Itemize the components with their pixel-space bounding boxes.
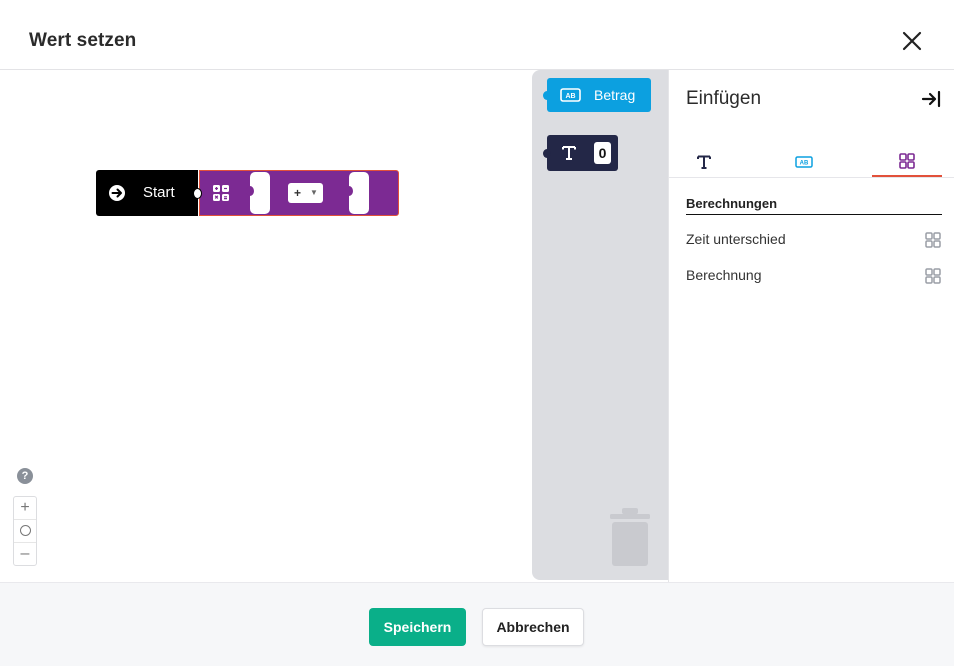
zoom-in-button[interactable]: +	[14, 497, 36, 520]
block-connector	[193, 188, 202, 199]
tab-calculations[interactable]	[872, 142, 942, 177]
panel-title: Einfügen	[686, 88, 762, 109]
calculation-grid-icon	[925, 232, 941, 248]
flyout-text-value[interactable]: 0	[594, 142, 611, 164]
tab-fields[interactable]: AB	[769, 142, 839, 177]
insert-tabs: AB	[669, 142, 954, 178]
collapse-panel-icon[interactable]	[921, 89, 943, 109]
svg-text:AB: AB	[565, 93, 575, 100]
zoom-controls: + –	[13, 496, 37, 566]
calculation-grid-icon	[925, 268, 941, 284]
save-button[interactable]: Speichern	[369, 608, 466, 646]
calc-right-operand-slot[interactable]	[345, 172, 369, 214]
operator-value: +	[294, 186, 302, 200]
list-item-zeit-unterschied[interactable]: Zeit unterschied	[686, 230, 942, 250]
flyout-field-block-label: Betrag	[594, 87, 636, 103]
list-item-label: Berechnung	[686, 267, 762, 283]
start-block-label: Start	[143, 184, 175, 201]
calculation-block[interactable]: + ▼	[199, 170, 399, 216]
set-value-dialog: Wert setzen Start + ▼ ? + – AB Betrag 0 …	[0, 0, 954, 666]
flyout-text-block[interactable]: 0	[543, 135, 618, 171]
text-t-icon	[562, 146, 576, 160]
operator-dropdown[interactable]: + ▼	[288, 183, 323, 203]
trash-icon[interactable]	[608, 508, 652, 568]
close-icon[interactable]	[898, 27, 926, 55]
circle-icon	[19, 525, 31, 536]
calculation-grid-icon	[899, 153, 915, 169]
text-t-icon	[697, 155, 711, 169]
cancel-button[interactable]: Abbrechen	[482, 608, 584, 646]
list-item-berechnung[interactable]: Berechnung	[686, 266, 942, 286]
section-title: Berechnungen	[686, 196, 942, 215]
dialog-footer: Speichern Abbrechen	[0, 582, 954, 666]
arrow-circle-right-icon	[109, 185, 125, 201]
block-flyout: AB Betrag 0	[532, 70, 668, 580]
tab-text[interactable]	[669, 142, 739, 177]
zoom-out-button[interactable]: –	[14, 543, 36, 566]
start-block[interactable]: Start	[96, 170, 198, 216]
list-item-label: Zeit unterschied	[686, 231, 786, 247]
field-ab-icon: AB	[560, 88, 581, 102]
calculation-grid-icon	[213, 185, 229, 201]
field-ab-icon: AB	[795, 156, 813, 168]
calc-left-operand-slot[interactable]	[246, 172, 270, 214]
dialog-title: Wert setzen	[29, 30, 137, 51]
block-workspace[interactable]: Start + ▼ ? + –	[0, 70, 532, 582]
flyout-field-block-betrag[interactable]: AB Betrag	[543, 78, 651, 112]
insert-panel: Einfügen AB Berechnungen Zeit unterschie…	[668, 70, 954, 582]
help-icon[interactable]: ?	[17, 468, 33, 484]
svg-text:AB: AB	[800, 161, 809, 167]
dropdown-arrow-icon: ▼	[310, 188, 318, 197]
dialog-header: Wert setzen	[0, 0, 954, 70]
zoom-reset-button[interactable]	[14, 520, 36, 543]
